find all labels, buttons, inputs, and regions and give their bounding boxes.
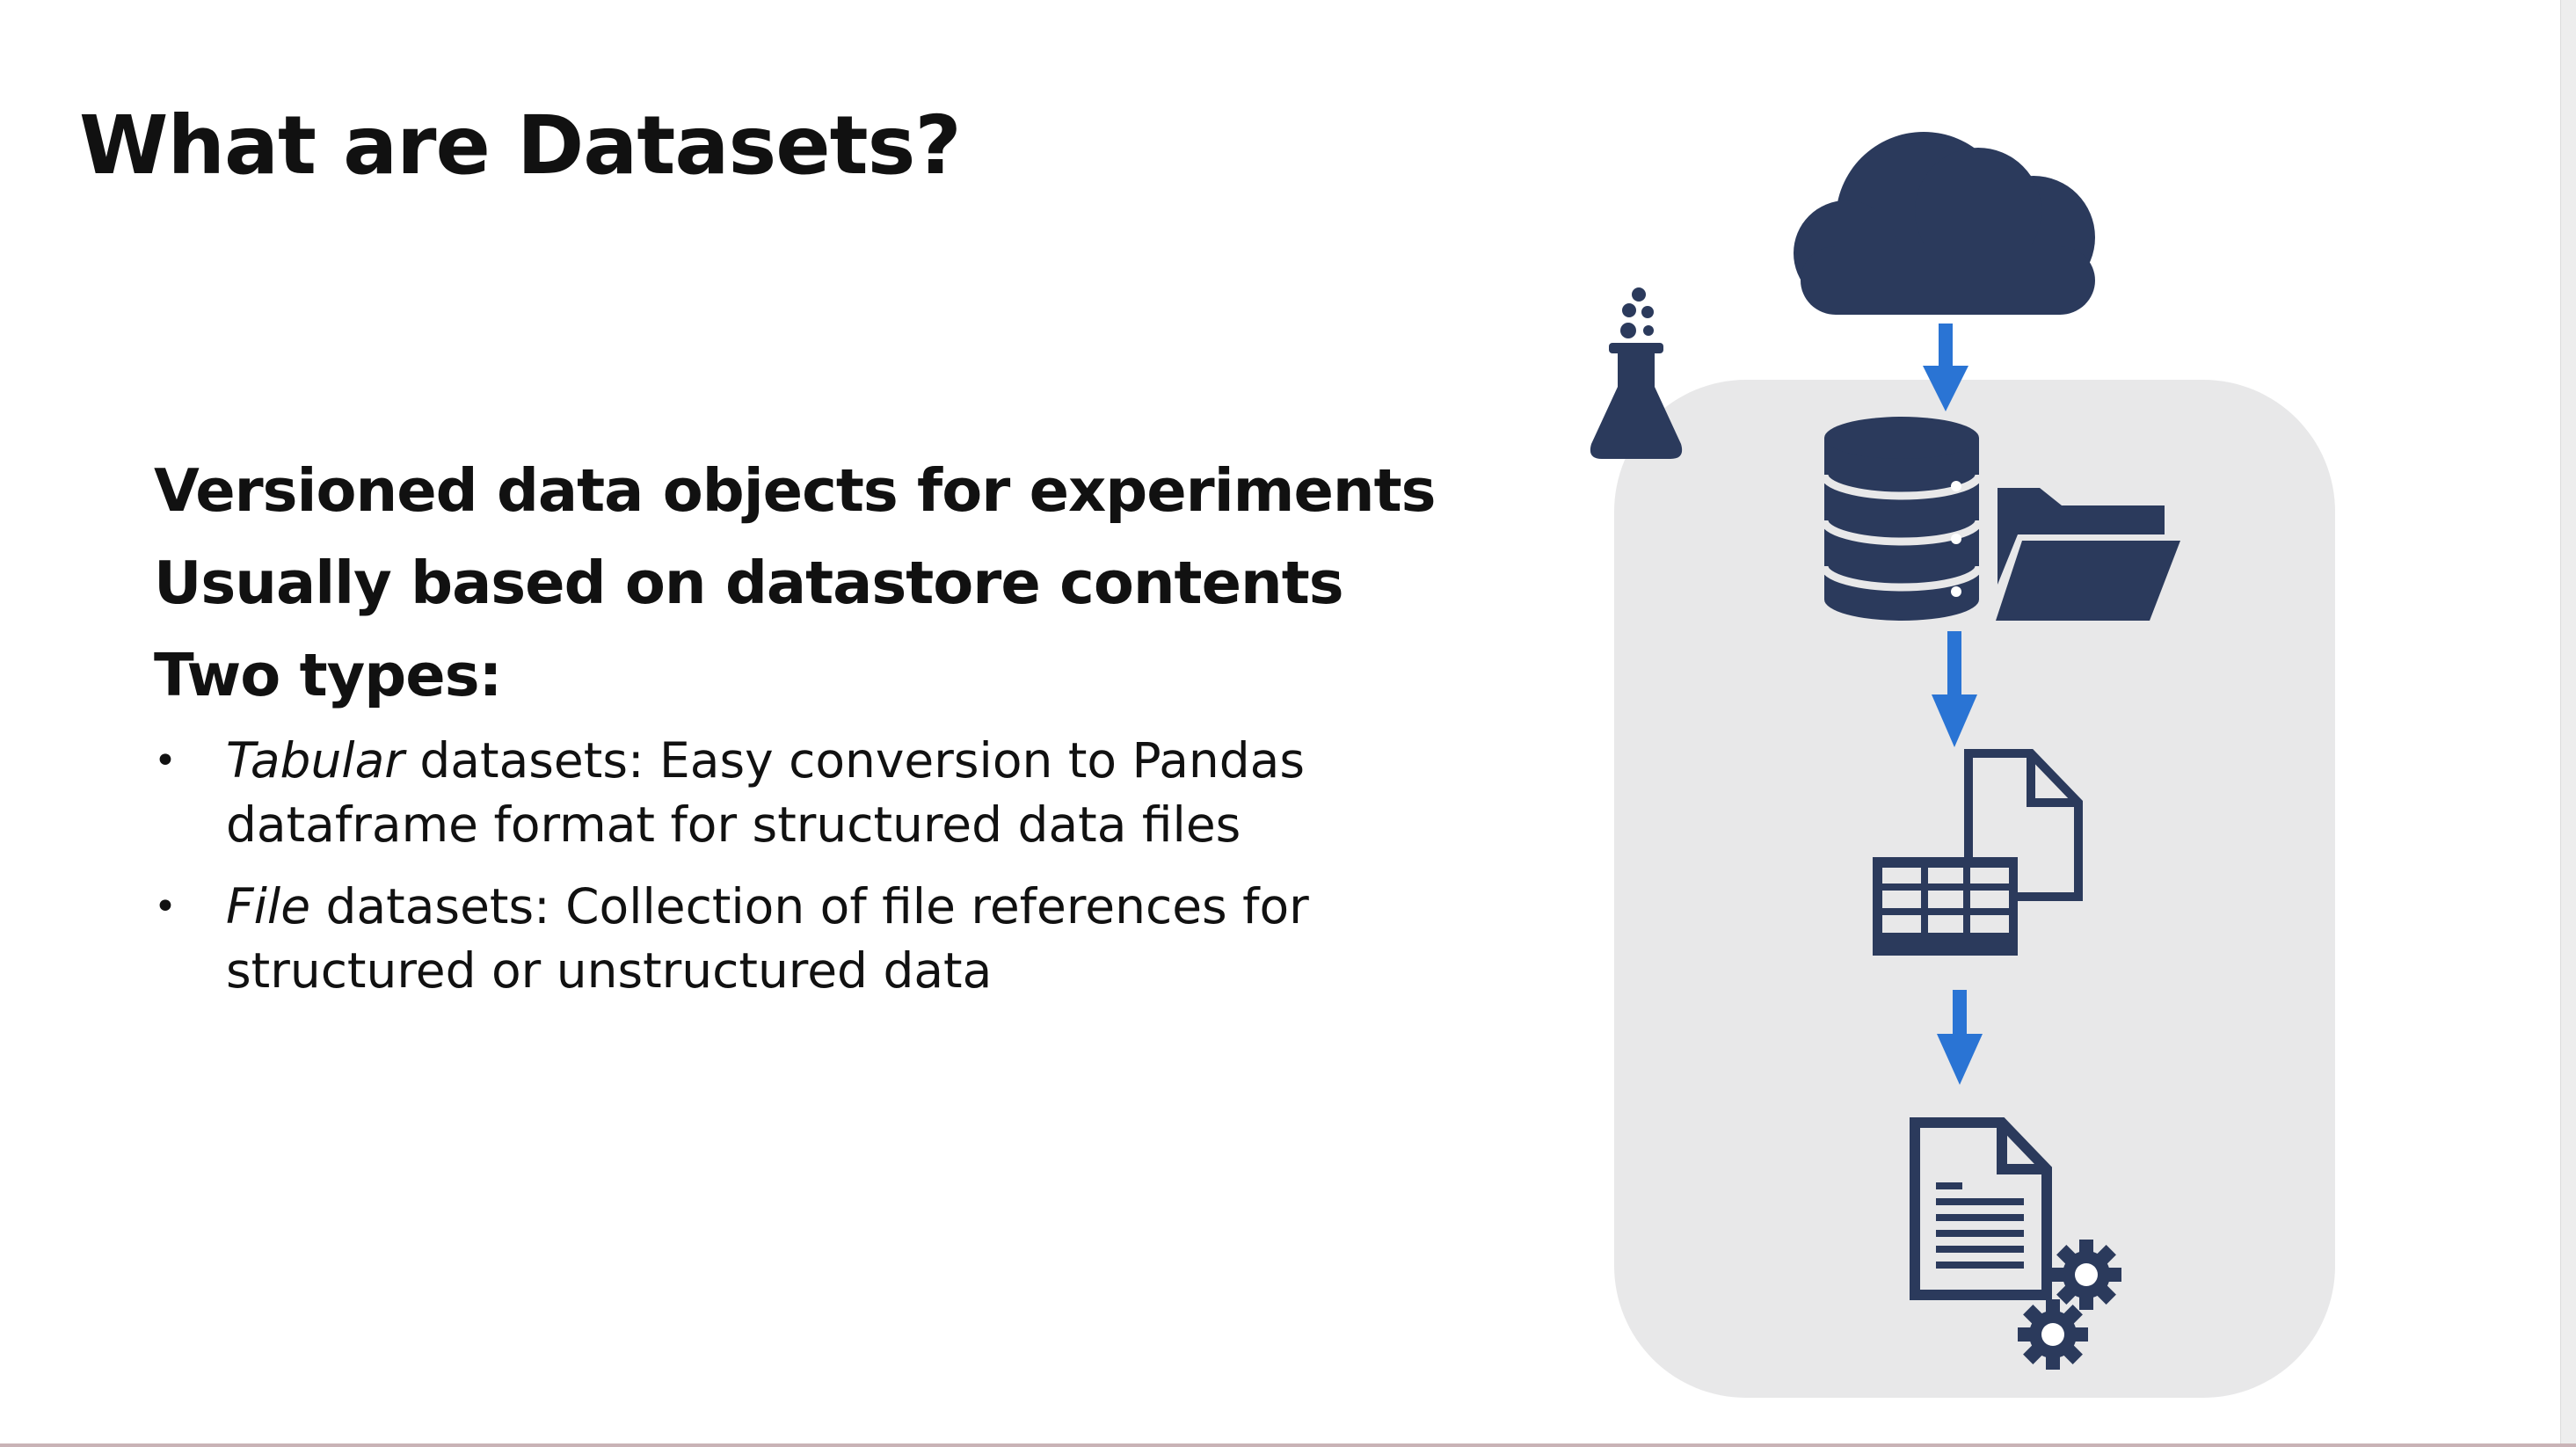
gear-icon [2018, 1299, 2088, 1370]
dataset-flow-diagram [1590, 132, 2335, 1398]
flask-icon [1590, 287, 1683, 459]
gear-icon [2051, 1240, 2121, 1310]
document-icon [1910, 1117, 2052, 1300]
folder-icon [1996, 488, 2180, 621]
database-icon [1820, 417, 1983, 621]
cloud-icon [1794, 132, 2095, 315]
